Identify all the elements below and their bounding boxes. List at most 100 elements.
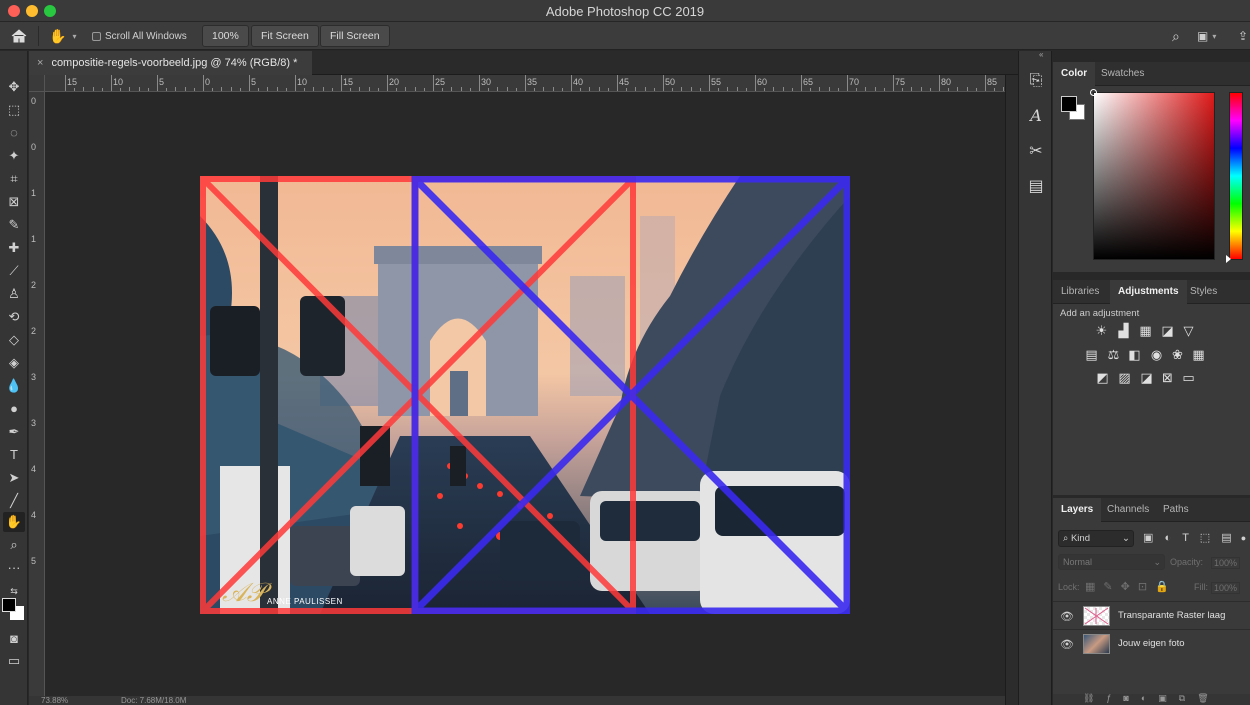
levels-icon[interactable]: ▟ <box>1116 323 1131 338</box>
layer-actions-icons[interactable]: ⛓ƒ◙◐▣⧉🗑 <box>1083 693 1221 704</box>
gradient-map-icon[interactable]: ▭ <box>1181 370 1196 385</box>
canvas-area[interactable]: 𝒜𝒫 ANNE PAULISSEN <box>45 92 1005 705</box>
pen-tool-icon[interactable]: ✒ <box>3 422 25 442</box>
lock-icons[interactable]: ▦✎✥⊡🔒 <box>1085 580 1177 593</box>
line-tool-icon[interactable]: ╱ <box>3 491 25 511</box>
chevron-down-icon[interactable]: ▾ <box>72 32 76 41</box>
eyedropper-tool-icon[interactable]: ✎ <box>3 215 25 235</box>
fill-screen-button[interactable]: Fill Screen <box>320 25 390 47</box>
history-panel-icon[interactable]: ⎘ <box>1024 69 1048 93</box>
properties-panel-icon[interactable]: ▤ <box>1024 175 1048 199</box>
tab-paths[interactable]: Paths <box>1155 498 1197 522</box>
scroll-all-windows-checkbox[interactable]: Scroll All Windows <box>92 22 187 50</box>
magic-wand-tool-icon[interactable]: ✦ <box>3 146 25 166</box>
hand-tool-icon[interactable]: ✋ <box>3 512 25 532</box>
character-panel-icon[interactable]: A <box>1024 104 1048 128</box>
search-icon: ⌕ <box>1063 533 1071 544</box>
shape-filter-icon[interactable]: ⬚ <box>1200 532 1210 544</box>
brush-tool-icon[interactable]: ⟋ <box>3 261 25 281</box>
type-tool-icon[interactable]: T <box>3 445 25 465</box>
vertical-scrollbar[interactable] <box>1005 75 1018 705</box>
hand-tool-icon[interactable]: ✋ ▾ <box>49 22 76 50</box>
blur-tool-icon[interactable]: 💧 <box>3 376 25 396</box>
history-brush-tool-icon[interactable]: ⟲ <box>3 307 25 327</box>
eye-icon[interactable]: 👁 <box>1060 638 1074 651</box>
selective-color-icon[interactable]: ⊠ <box>1160 370 1175 385</box>
dodge-tool-icon[interactable]: ● <box>3 399 25 419</box>
ruler-label: 80 <box>941 77 952 87</box>
crop-tool-icon[interactable]: ⌗ <box>3 169 25 189</box>
marquee-tool-icon[interactable]: ⬚ <box>3 100 25 120</box>
foreground-color-swatch[interactable] <box>2 598 16 612</box>
eye-icon[interactable]: 👁 <box>1060 610 1074 623</box>
healing-brush-tool-icon[interactable]: ✚ <box>3 238 25 258</box>
tab-libraries[interactable]: Libraries <box>1053 280 1107 304</box>
document-tab[interactable]: × compositie-regels-voorbeeld.jpg @ 74% … <box>29 51 312 75</box>
paint-bucket-tool-icon[interactable]: ◈ <box>3 353 25 373</box>
brightness-contrast-icon[interactable]: ☀ <box>1094 323 1109 338</box>
tab-swatches[interactable]: Swatches <box>1093 62 1152 86</box>
threshold-icon[interactable]: ◪ <box>1139 370 1154 385</box>
tab-styles[interactable]: Styles <box>1182 280 1225 304</box>
tab-color[interactable]: Color <box>1053 62 1096 86</box>
vertical-ruler[interactable]: 0 0 1 1 2 2 3 3 4 4 5 <box>29 92 45 705</box>
layer-filter-select[interactable]: ⌕ Kind ⌄ <box>1058 530 1134 547</box>
layer-row[interactable]: 👁 Transparante Raster laag <box>1053 601 1250 629</box>
path-selection-tool-icon[interactable]: ➤ <box>3 468 25 488</box>
black-white-icon[interactable]: ◧ <box>1127 347 1142 362</box>
picker-cursor[interactable] <box>1090 89 1097 96</box>
close-icon[interactable]: × <box>37 57 43 69</box>
eraser-tool-icon[interactable]: ◇ <box>3 330 25 350</box>
posterize-icon[interactable]: ▨ <box>1117 370 1132 385</box>
frame-tool-icon[interactable]: ⊠ <box>3 192 25 212</box>
share-icon[interactable]: ⇪ <box>1238 22 1248 50</box>
tool-presets-icon[interactable]: ✂ <box>1024 140 1048 164</box>
zoom-readout[interactable]: 73.88% <box>41 696 68 705</box>
pixel-filter-icon[interactable]: ▣ <box>1143 532 1153 544</box>
color-lookup-icon[interactable]: ▦ <box>1191 347 1206 362</box>
color-picker-field[interactable] <box>1090 89 1215 260</box>
color-balance-icon[interactable]: ⚖ <box>1106 347 1121 362</box>
more-tools-icon[interactable]: ··· <box>3 558 25 578</box>
home-icon[interactable] <box>10 22 28 50</box>
quick-mask-icon[interactable]: ◙ <box>3 629 25 649</box>
tab-channels[interactable]: Channels <box>1099 498 1157 522</box>
screen-mode-icon[interactable]: ▭ <box>3 651 25 671</box>
smart-object-filter-icon[interactable]: ▤ <box>1221 532 1231 544</box>
layer-name[interactable]: Jouw eigen foto <box>1118 638 1185 649</box>
tab-layers[interactable]: Layers <box>1053 498 1102 522</box>
zoom-100-button[interactable]: 100% <box>202 25 249 47</box>
document-image[interactable]: 𝒜𝒫 ANNE PAULISSEN <box>200 176 850 614</box>
filter-toggle-icon[interactable]: ● <box>1241 533 1246 543</box>
invert-icon[interactable]: ◩ <box>1095 370 1110 385</box>
type-filter-icon[interactable]: T <box>1182 532 1189 544</box>
collapse-icon[interactable]: « <box>1039 50 1043 59</box>
layer-row[interactable]: 👁 Jouw eigen foto <box>1053 629 1250 657</box>
ruler-origin[interactable] <box>29 75 45 92</box>
fill-field[interactable]: 100% <box>1211 582 1241 594</box>
fit-screen-button[interactable]: Fit Screen <box>251 25 319 47</box>
tools-panel: ✥ ⬚ ◌ ✦ ⌗ ⊠ ✎ ✚ ⟋ ♙ ⟲ ◇ ◈ 💧 ● ✒ T ➤ ╱ ✋ … <box>0 51 28 705</box>
foreground-color-swatch[interactable] <box>1061 96 1077 112</box>
hue-slider-thumb[interactable] <box>1226 255 1231 263</box>
photo-filter-icon[interactable]: ◉ <box>1149 347 1164 362</box>
clone-stamp-tool-icon[interactable]: ♙ <box>3 284 25 304</box>
channel-mixer-icon[interactable]: ❀ <box>1170 347 1185 362</box>
curves-icon[interactable]: ▦ <box>1138 323 1153 338</box>
adjustment-filter-icon[interactable]: ◐ <box>1164 532 1171 544</box>
blend-mode-select[interactable]: Normal ⌄ <box>1058 554 1165 570</box>
hue-slider[interactable] <box>1226 92 1243 263</box>
exposure-icon[interactable]: ◪ <box>1160 323 1175 338</box>
vibrance-icon[interactable]: ▽ <box>1181 323 1196 338</box>
horizontal-ruler[interactable]: 15 10 5 0 5 10 15 20 25 30 35 40 45 50 55 60 65 70 75 80 85 <box>45 75 1005 92</box>
workspace-icon[interactable]: ▣ ▾ <box>1197 22 1216 50</box>
opacity-field[interactable]: 100% <box>1211 557 1241 569</box>
hue-saturation-icon[interactable]: ▤ <box>1084 347 1099 362</box>
move-tool-icon[interactable]: ✥ <box>3 77 25 97</box>
lasso-tool-icon[interactable]: ◌ <box>3 123 25 143</box>
search-icon[interactable]: ⌕ <box>1172 22 1180 50</box>
layer-name[interactable]: Transparante Raster laag <box>1118 610 1225 621</box>
zoom-tool-icon[interactable]: ⌕ <box>3 535 25 555</box>
tab-adjustments[interactable]: Adjustments <box>1110 280 1187 304</box>
checkbox-icon[interactable] <box>92 31 101 41</box>
